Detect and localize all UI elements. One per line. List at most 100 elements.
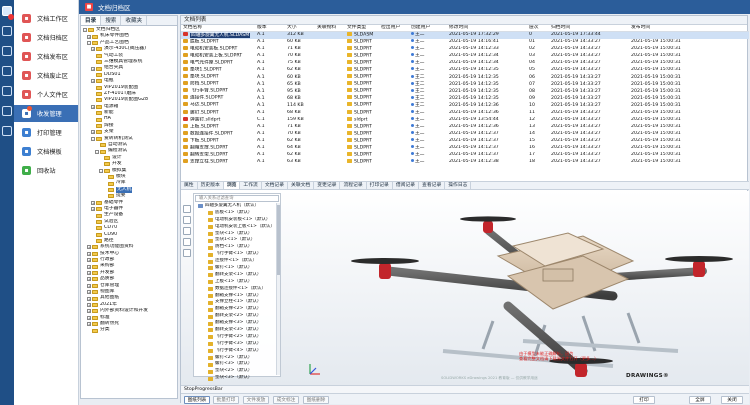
tree-toggle-icon[interactable]: + (87, 34, 91, 39)
nav-item[interactable]: ▪ 文档废止区 (14, 67, 78, 84)
tree-toggle-icon[interactable]: + (91, 104, 95, 109)
tree-toggle-icon[interactable]: + (91, 66, 95, 71)
detail-tab[interactable]: 浏览 (223, 182, 241, 189)
footer-button[interactable]: 全屏 (689, 396, 711, 404)
table-row[interactable]: 下板.SLDPRT A.1 62 KB SLDPRT 王二 2021-05-19 14:1… (181, 137, 749, 145)
tree-toggle-icon[interactable]: + (87, 271, 91, 276)
tree-toggle-icon[interactable]: + (87, 251, 91, 256)
assembly-node[interactable]: 螺钉<3>（默认） (194, 361, 280, 368)
tree-toggle-icon[interactable] (91, 124, 95, 128)
footer-button[interactable]: 批量打印 (213, 396, 239, 404)
chart-icon[interactable] (2, 66, 12, 76)
assembly-node[interactable]: 翻箱支撑<1>（默认） (194, 293, 280, 300)
detail-tab[interactable]: 工作流 (240, 182, 262, 189)
assembly-node[interactable]: 电动机安装板<1>（默认） (194, 217, 280, 224)
tree-toggle-icon[interactable] (91, 54, 95, 58)
table-row[interactable]: 防档.SLDPRT A.1 65 KB SLDPRT 王二 2021-05-19 14:1… (181, 81, 749, 88)
table-row[interactable]: 四轴多旋翼无人机.SLDASM A.1 312 KB SLDASM 王二 2021-05-… (181, 31, 749, 40)
tree-toggle-icon[interactable] (103, 182, 107, 186)
table-row[interactable]: 电动机安装上板.SLDPRT A.1 70 KB SLDPRT 王二 2021-05-19… (181, 53, 749, 60)
tree-tab[interactable]: 目录 (81, 16, 102, 25)
table-row[interactable]: 螺钉.SLDPRT A.1 68 KB SLDPRT 王二 2021-05-19 14:1… (181, 109, 749, 117)
detail-tab[interactable]: 查看记录 (419, 182, 446, 189)
tree-tab[interactable]: 收藏夹 (121, 16, 148, 25)
table-row[interactable]: 飞行手臂.SLDPRT A.1 95 KB SLDPRT 王二 2021-05-19 14… (181, 88, 749, 95)
assembly-node[interactable]: 螺钉<1>（默认） (194, 265, 280, 272)
assembly-node[interactable]: 翻转支架<1>（默认） (194, 272, 280, 279)
tree-toggle-icon[interactable] (99, 162, 103, 166)
tree-toggle-icon[interactable]: + (87, 315, 91, 320)
layers-icon[interactable] (2, 106, 12, 116)
assembly-node[interactable]: 翻转支架<3>（默认） (194, 327, 280, 334)
tree-toggle-icon[interactable]: + (87, 290, 91, 295)
footer-button[interactable]: 成文标注 (273, 396, 299, 404)
pan-icon[interactable] (183, 227, 191, 235)
tree-toggle-icon[interactable]: - (99, 168, 103, 173)
assembly-node[interactable]: 防档<1>（默认） (194, 244, 280, 251)
tree-node[interactable]: 分类 (83, 327, 177, 333)
detail-tab[interactable]: 文档记录 (262, 182, 289, 189)
nav-item[interactable]: ▪ 个人文件区 (14, 86, 78, 103)
nav-item[interactable]: ▪ 打印管理 (14, 124, 78, 141)
assembly-node[interactable]: 垫块<1>（默认） (194, 231, 280, 238)
assembly-node[interactable]: 飞行手臂<4>（默认） (194, 348, 280, 355)
tree-toggle-icon[interactable]: + (91, 200, 95, 205)
assembly-node[interactable]: 飞行手臂<2>（默认） (194, 334, 280, 341)
assembly-node[interactable]: 上板<1>（默认） (194, 279, 280, 286)
assembly-node[interactable]: 飞行手臂<1>（默认） (194, 251, 280, 258)
nav-item[interactable]: ▪ 收发管理 (14, 105, 78, 122)
nav-item[interactable]: ▪ 回收站 (14, 162, 78, 179)
tree-toggle-icon[interactable]: - (83, 28, 87, 33)
table-row[interactable]: 垫块.SLDPRT A.1 60 KB SLDPRT 王二 2021-05-19 14:1… (181, 74, 749, 81)
tree-toggle-icon[interactable] (103, 188, 107, 192)
tree-toggle-icon[interactable] (91, 98, 95, 102)
search-icon[interactable] (2, 86, 12, 96)
assembly-node[interactable]: 翻箱支撑<2>（默认） (194, 306, 280, 313)
tree-toggle-icon[interactable]: + (87, 309, 91, 314)
tree-toggle-icon[interactable] (91, 233, 95, 237)
assembly-node[interactable]: 四轴多旋翼无人机（默认） (194, 203, 280, 210)
assembly-node[interactable]: 底板<1>（默认） (194, 210, 280, 217)
assembly-node[interactable]: 垫块<3>（默认） (194, 375, 280, 382)
nav-item[interactable]: ▪ 文档归档区 (14, 29, 78, 46)
tree-toggle-icon[interactable] (91, 86, 95, 90)
tree-toggle-icon[interactable]: + (87, 322, 91, 327)
table-row[interactable]: 连接件.SLDPRT A.1 68 KB SLDPRT 王二 2021-05-19 14:… (181, 95, 749, 102)
tree-toggle-icon[interactable]: + (87, 302, 91, 307)
tree-toggle-icon[interactable] (87, 329, 91, 333)
table-row[interactable]: 弹簧钉.slldprt C.1 159 KB sldprt 王二 2021-05-19 1… (181, 116, 749, 124)
tree-toggle-icon[interactable] (103, 194, 107, 198)
tree-toggle-icon[interactable]: + (87, 296, 91, 301)
tree-toggle-icon[interactable] (91, 92, 95, 96)
tree-toggle-icon[interactable]: + (91, 207, 95, 212)
assembly-node[interactable]: 飞行手臂<3>（默认） (194, 341, 280, 348)
tree-toggle-icon[interactable]: - (91, 136, 95, 141)
table-row[interactable]: 翻转支架.SLDPRT A.1 62 KB SLDPRT 王二 2021-05-19 14… (181, 151, 749, 159)
tree-toggle-icon[interactable]: + (91, 47, 95, 52)
detail-tab[interactable]: 变更记录 (314, 182, 341, 189)
footer-button[interactable]: 打印 (633, 396, 655, 404)
footer-button[interactable]: 图纸列表 (184, 396, 210, 404)
tree-toggle-icon[interactable]: - (95, 149, 99, 154)
footer-button[interactable]: 文件发放 (243, 396, 269, 404)
user-icon[interactable] (2, 46, 12, 56)
tree-toggle-icon[interactable] (91, 118, 95, 122)
nav-item[interactable]: ▪ 文档工作区 (14, 10, 78, 27)
assembly-node[interactable]: 电动机安装上板<1>（默认） (194, 224, 280, 231)
tree-toggle-icon[interactable]: + (87, 283, 91, 288)
tree-toggle-icon[interactable] (91, 214, 95, 218)
detail-tab[interactable]: 操作日志 (445, 182, 472, 189)
assembly-node[interactable]: 垫块<2>（默认） (194, 368, 280, 375)
tree-toggle-icon[interactable] (95, 143, 99, 147)
zoom-icon[interactable] (183, 216, 191, 224)
assembly-tree-scrollbar[interactable] (276, 203, 280, 375)
message-icon[interactable] (2, 26, 12, 36)
assembly-node[interactable]: 连接件<1>（默认） (194, 258, 280, 265)
rotate-icon[interactable] (183, 205, 191, 213)
tree-toggle-icon[interactable] (91, 60, 95, 64)
table-row[interactable]: 垫块1.SLDPRT A.1 62 KB SLDPRT 王二 2021-05-19 14:… (181, 67, 749, 74)
tree-toggle-icon[interactable] (91, 73, 95, 77)
tree-toggle-icon[interactable] (99, 156, 103, 160)
assembly-node[interactable]: 支撑立柱<1>（默认） (194, 299, 280, 306)
tree-toggle-icon[interactable]: + (87, 264, 91, 269)
